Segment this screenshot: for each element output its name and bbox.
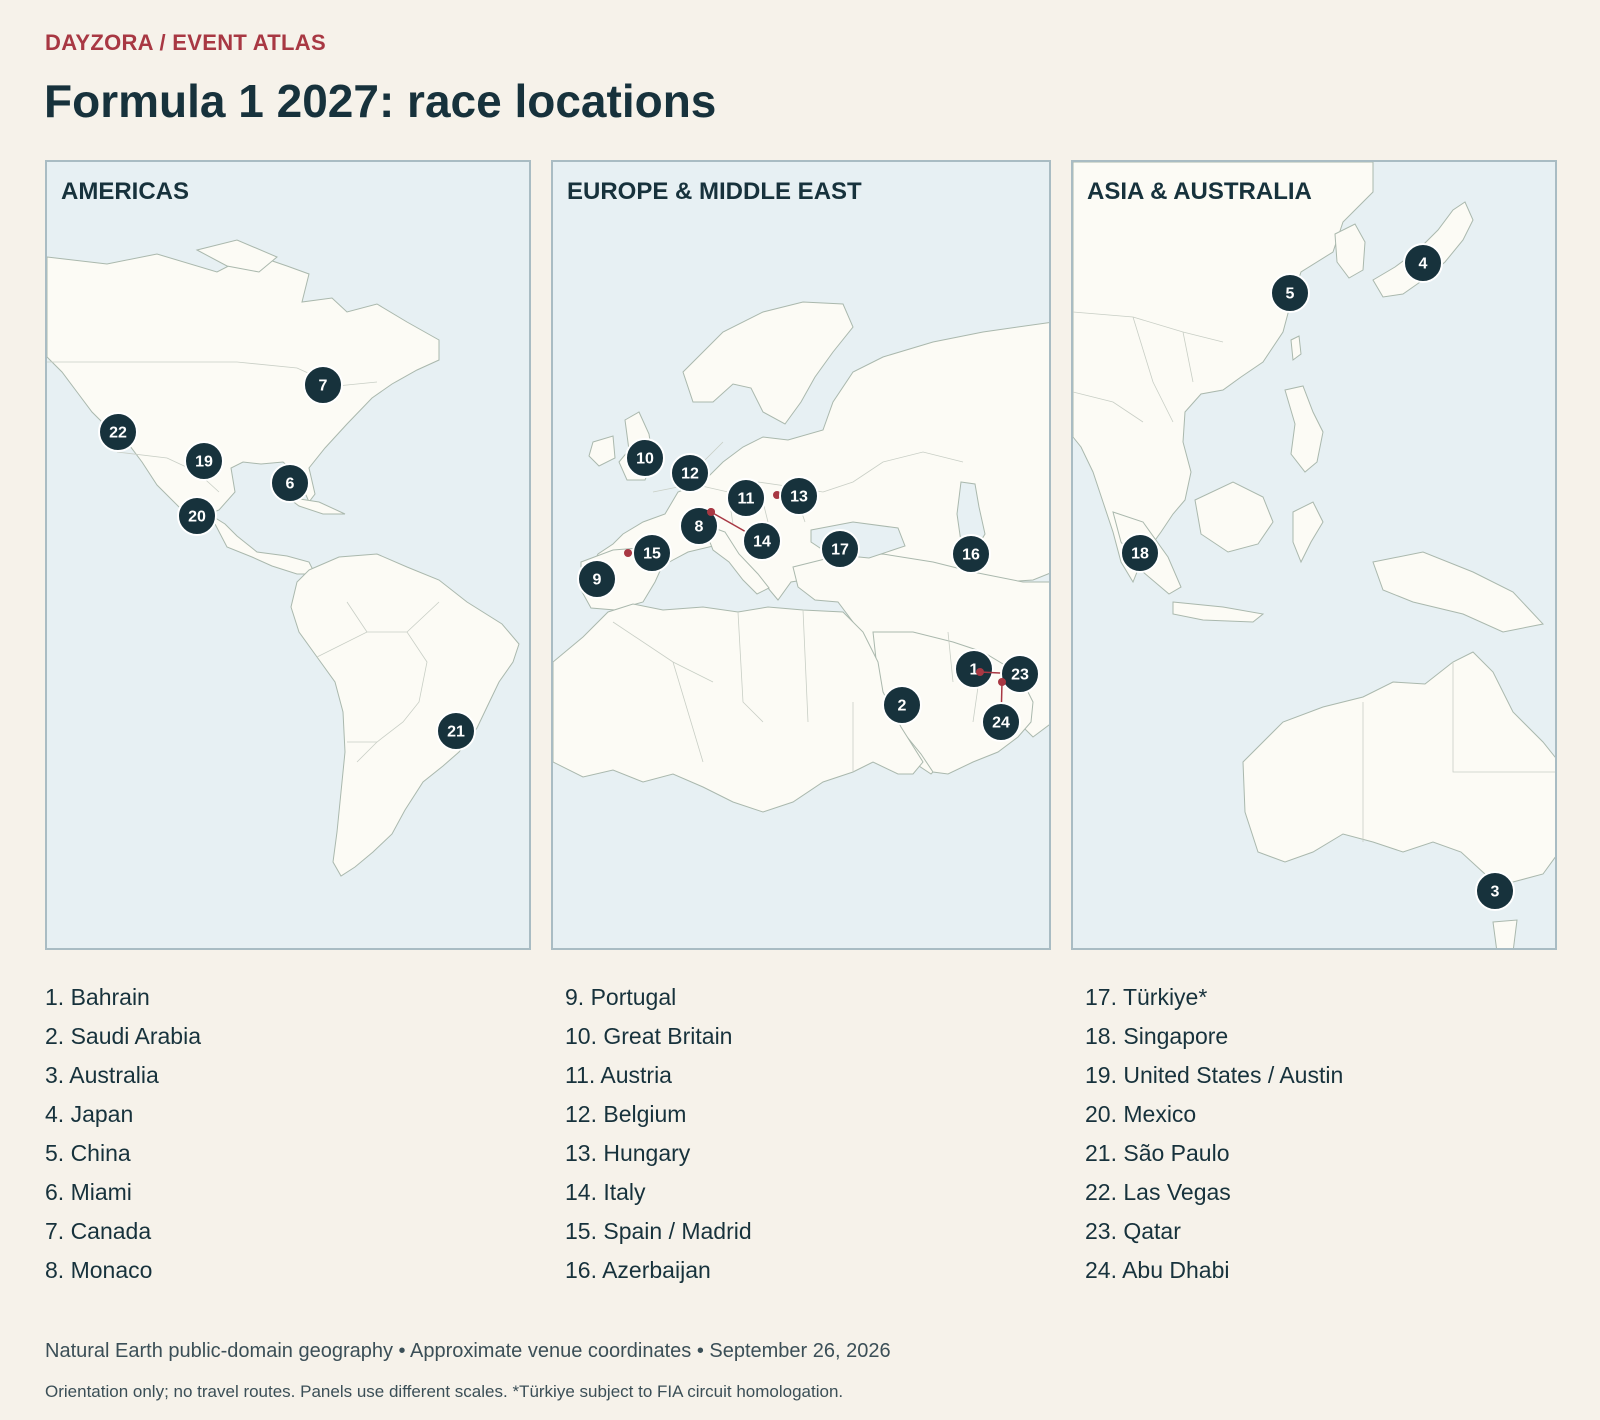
race-marker-4: 4 [1403, 243, 1443, 283]
legend-column-2: 9. Portugal 10. Great Britain 11. Austri… [565, 978, 752, 1290]
race-marker-21: 21 [436, 711, 476, 751]
marker-number: 21 [447, 724, 465, 741]
legend-item: 2. Saudi Arabia [45, 1023, 202, 1049]
legend-item: 19. United States / Austin [1085, 1062, 1344, 1088]
asia-markers: 4 5 18 3 [1120, 243, 1515, 911]
marker-number: 15 [643, 546, 661, 563]
legend-item: 15. Spain / Madrid [565, 1218, 752, 1244]
marker-number: 2 [898, 698, 907, 715]
race-marker-7: 7 [303, 365, 343, 405]
legend-item: 1. Bahrain [45, 984, 150, 1010]
legend-item: 13. Hungary [565, 1140, 691, 1166]
legend-item: 17. Türkiye* [1085, 984, 1208, 1010]
marker-number: 4 [1419, 256, 1428, 273]
marker-number: 19 [195, 454, 213, 471]
americas-markers: 7 22 19 6 20 21 [98, 365, 476, 751]
legend-item: 22. Las Vegas [1085, 1179, 1231, 1205]
race-marker-1: 1 [954, 649, 994, 689]
legend-item: 4. Japan [45, 1101, 134, 1127]
legend-item: 11. Austria [565, 1062, 672, 1088]
marker-number: 3 [1491, 884, 1500, 901]
legend-item: 9. Portugal [565, 984, 677, 1010]
kicker: DAYZORA / EVENT ATLAS [45, 30, 326, 55]
source-line: Natural Earth public-domain geography • … [45, 1340, 891, 1362]
legend-item: 23. Qatar [1085, 1218, 1181, 1244]
race-marker-13: 13 [773, 476, 819, 516]
legend-item: 6. Miami [45, 1179, 132, 1205]
panel-label-americas: AMERICAS [61, 178, 190, 205]
legend-item: 7. Canada [45, 1218, 152, 1244]
legend-item: 16. Azerbaijan [565, 1257, 711, 1283]
legend-item: 5. China [45, 1140, 131, 1166]
legend-item: 18. Singapore [1085, 1023, 1229, 1049]
legend-item: 20. Mexico [1085, 1101, 1197, 1127]
marker-number: 18 [1131, 546, 1149, 563]
marker-number: 11 [738, 491, 755, 508]
race-marker-16: 16 [951, 534, 991, 574]
note-line: Orientation only; no travel routes. Pane… [45, 1382, 844, 1401]
legend-item: 24. Abu Dhabi [1085, 1257, 1230, 1283]
marker-number: 13 [790, 489, 808, 506]
race-marker-19: 19 [184, 441, 224, 481]
legend-item: 3. Australia [45, 1062, 159, 1088]
marker-number: 17 [831, 542, 849, 559]
marker-number: 16 [962, 547, 980, 564]
race-marker-10: 10 [625, 438, 665, 478]
race-marker-22: 22 [98, 412, 138, 452]
race-marker-20: 20 [177, 496, 217, 536]
race-marker-15: 15 [624, 533, 672, 573]
venue-pin [976, 668, 984, 676]
marker-number: 10 [636, 451, 654, 468]
europe-markers: 10 12 11 13 8 14 15 9 17 16 1 23 2 24 [577, 438, 1040, 742]
race-marker-6: 6 [270, 463, 310, 503]
legend-item: 21. São Paulo [1085, 1140, 1230, 1166]
marker-number: 9 [593, 572, 602, 589]
marker-number: 24 [992, 715, 1010, 732]
map-panel-americas: AMERICAS 7 22 19 6 20 21 [45, 160, 531, 950]
race-marker-17: 17 [820, 529, 860, 569]
map-panel-europe: EUROPE & MIDDLE EAST 10 12 11 13 8 14 15 9 17 16 1… [551, 160, 1051, 950]
marker-number: 6 [286, 476, 295, 493]
marker-number: 14 [753, 534, 771, 551]
legend-item: 10. Great Britain [565, 1023, 733, 1049]
race-marker-5: 5 [1270, 273, 1310, 313]
panel-label-europe: EUROPE & MIDDLE EAST [567, 178, 862, 205]
legend-column-3: 17. Türkiye* 18. Singapore 19. United St… [1085, 978, 1343, 1290]
page-title: Formula 1 2027: race locations [44, 75, 717, 127]
race-marker-3: 3 [1475, 871, 1515, 911]
panel-label-asia: ASIA & AUSTRALIA [1087, 178, 1312, 205]
venue-pin [624, 549, 632, 557]
legend-column-1: 1. Bahrain 2. Saudi Arabia 3. Australia … [45, 978, 201, 1290]
race-marker-2: 2 [882, 685, 922, 725]
marker-number: 7 [319, 378, 328, 395]
marker-number: 5 [1286, 286, 1295, 303]
marker-number: 12 [681, 466, 699, 483]
legend-item: 12. Belgium [565, 1101, 687, 1127]
marker-number: 22 [109, 425, 127, 442]
race-marker-12: 12 [670, 453, 710, 493]
marker-number: 23 [1011, 667, 1029, 684]
legend-item: 8. Monaco [45, 1257, 153, 1283]
marker-number: 20 [188, 509, 206, 526]
legend-item: 14. Italy [565, 1179, 646, 1205]
race-marker-18: 18 [1120, 533, 1160, 573]
venue-pin [707, 508, 715, 516]
map-panel-asia: ASIA & AUSTRALIA 4 5 18 3 [1071, 160, 1557, 950]
race-marker-9: 9 [577, 559, 617, 599]
marker-number: 8 [695, 519, 704, 536]
venue-pin [998, 678, 1006, 686]
race-marker-11: 11 [726, 478, 766, 518]
